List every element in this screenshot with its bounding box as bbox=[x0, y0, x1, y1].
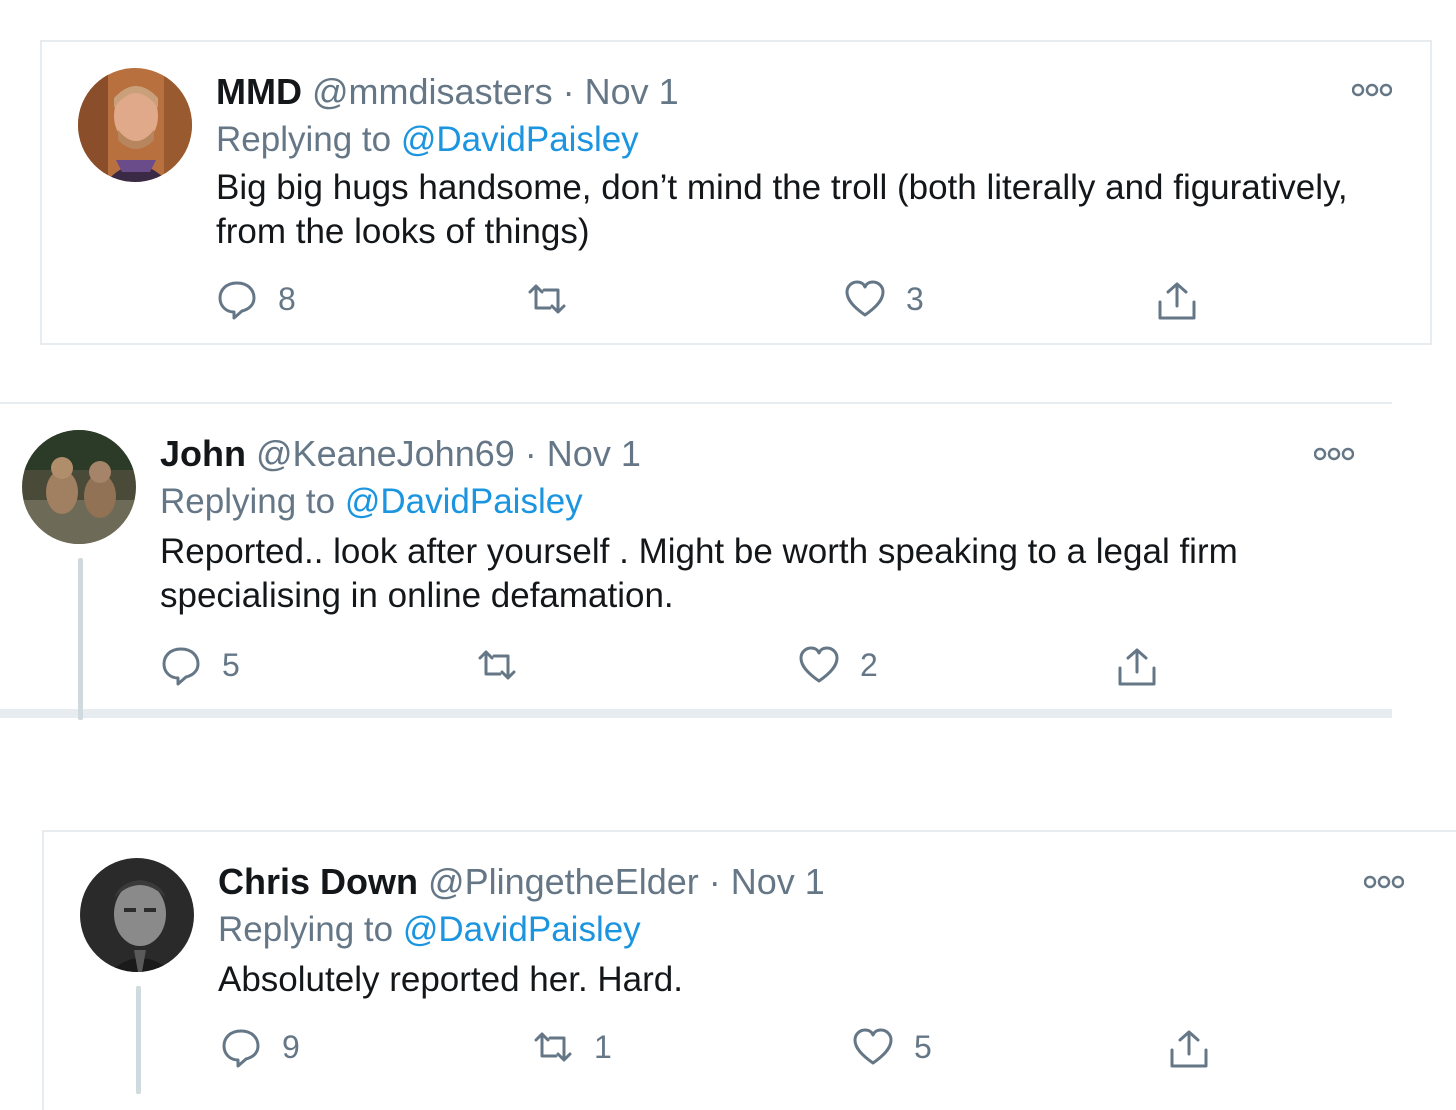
reply-button[interactable]: 9 bbox=[220, 1022, 300, 1072]
reply-icon bbox=[218, 281, 256, 320]
separator: · bbox=[708, 861, 721, 902]
replying-to: Replying to @DavidPaisley bbox=[218, 908, 641, 952]
like-count: 3 bbox=[906, 280, 924, 317]
retweet-icon bbox=[478, 650, 516, 680]
reply-count: 8 bbox=[278, 280, 296, 317]
replying-to: Replying to @DavidPaisley bbox=[160, 480, 583, 524]
share-icon bbox=[1118, 648, 1156, 686]
author-name[interactable]: Chris Down bbox=[218, 861, 418, 902]
like-button[interactable]: 2 bbox=[798, 640, 878, 690]
separator: · bbox=[562, 71, 575, 112]
heart-icon bbox=[845, 280, 885, 317]
author-name[interactable]: MMD bbox=[216, 71, 302, 112]
tweet-date[interactable]: Nov 1 bbox=[731, 861, 825, 902]
retweet-icon bbox=[528, 284, 566, 314]
reply-icon bbox=[222, 1029, 260, 1068]
reply-icon bbox=[162, 647, 200, 686]
author-name[interactable]: John bbox=[160, 433, 246, 474]
tweet-text: Big big hugs handsome, don’t mind the tr… bbox=[216, 168, 1348, 251]
reply-button[interactable]: 5 bbox=[160, 640, 240, 690]
share-icon bbox=[1158, 282, 1196, 320]
tweet-date[interactable]: Nov 1 bbox=[547, 433, 641, 474]
tweet-card[interactable]: Chris Down @PlingetheElder · Nov 1 Reply… bbox=[42, 830, 1456, 1110]
like-count: 2 bbox=[860, 646, 878, 683]
replying-to: Replying to @DavidPaisley bbox=[216, 118, 639, 162]
replying-to-label: Replying to bbox=[216, 120, 392, 159]
like-count: 5 bbox=[914, 1028, 932, 1065]
replying-to-label: Replying to bbox=[160, 482, 336, 521]
avatar[interactable] bbox=[22, 430, 136, 544]
tweet-card[interactable]: John @KeaneJohn69 · Nov 1 Replying to @D… bbox=[0, 402, 1392, 720]
separator: · bbox=[524, 433, 537, 474]
share-button[interactable] bbox=[1156, 276, 1198, 326]
mention-link[interactable]: @DavidPaisley bbox=[403, 910, 641, 949]
replying-to-label: Replying to bbox=[218, 910, 394, 949]
thread-line bbox=[136, 986, 141, 1094]
share-button[interactable] bbox=[1168, 1024, 1210, 1074]
author-handle[interactable]: @mmdisasters bbox=[312, 71, 553, 112]
tweet-card[interactable]: MMD @mmdisasters · Nov 1 Replying to @Da… bbox=[40, 40, 1432, 345]
more-options-icon[interactable] bbox=[1313, 444, 1355, 464]
avatar[interactable] bbox=[78, 68, 192, 182]
more-options-icon[interactable] bbox=[1363, 872, 1405, 892]
mention-link[interactable]: @DavidPaisley bbox=[401, 120, 639, 159]
heart-icon bbox=[853, 1028, 893, 1065]
tweet-date[interactable]: Nov 1 bbox=[585, 71, 679, 112]
retweet-count: 1 bbox=[594, 1028, 612, 1065]
avatar-image bbox=[22, 430, 136, 544]
like-button[interactable]: 5 bbox=[852, 1022, 932, 1072]
tweet-header: Chris Down @PlingetheElder · Nov 1 bbox=[218, 860, 825, 904]
author-handle[interactable]: @PlingetheElder bbox=[428, 861, 699, 902]
retweet-button[interactable] bbox=[526, 274, 588, 324]
avatar-image bbox=[80, 858, 194, 972]
reply-count: 9 bbox=[282, 1028, 300, 1065]
reply-button[interactable]: 8 bbox=[216, 274, 296, 324]
heart-icon bbox=[799, 646, 839, 683]
reply-count: 5 bbox=[222, 646, 240, 683]
like-button[interactable]: 3 bbox=[844, 274, 924, 324]
share-icon bbox=[1170, 1030, 1208, 1068]
thread-line bbox=[78, 558, 83, 720]
share-button[interactable] bbox=[1116, 642, 1158, 692]
retweet-button[interactable]: 1 bbox=[532, 1022, 612, 1072]
avatar[interactable] bbox=[80, 858, 194, 972]
tweet-header: MMD @mmdisasters · Nov 1 bbox=[216, 70, 679, 114]
tweet-header: John @KeaneJohn69 · Nov 1 bbox=[160, 432, 641, 476]
tweet-text: Absolutely reported her. Hard. bbox=[218, 960, 683, 999]
author-handle[interactable]: @KeaneJohn69 bbox=[256, 433, 515, 474]
retweet-icon bbox=[534, 1032, 572, 1062]
retweet-button[interactable] bbox=[476, 640, 538, 690]
avatar-image bbox=[78, 68, 192, 182]
mention-link[interactable]: @DavidPaisley bbox=[345, 482, 583, 521]
tweet-text: Reported.. look after yourself . Might b… bbox=[160, 532, 1238, 615]
more-options-icon[interactable] bbox=[1351, 80, 1393, 100]
